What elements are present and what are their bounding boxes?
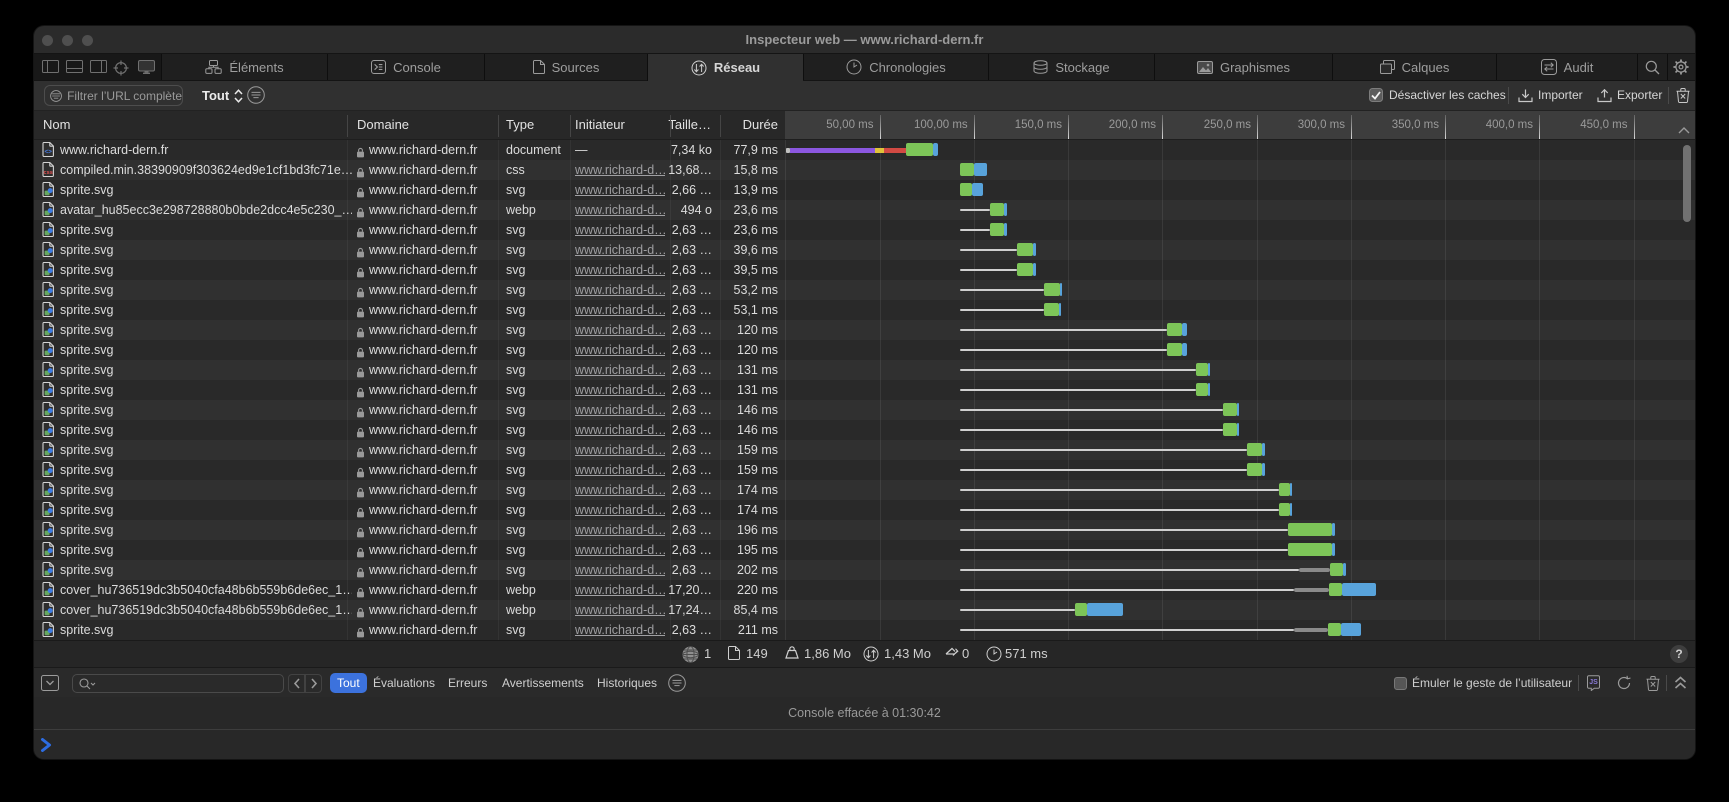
svg-text:<>: <> [44,149,52,156]
svg-text:JS: JS [1589,679,1598,686]
svg-text:css: css [44,170,53,176]
